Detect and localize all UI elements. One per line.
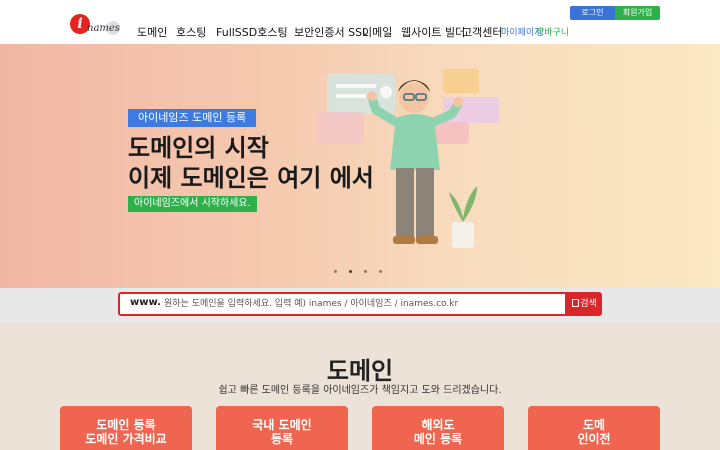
card-domain-transfer[interactable]: 도메 인이전 xyxy=(528,406,660,450)
www-prefix: www. xyxy=(130,297,161,308)
domain-search-input[interactable] xyxy=(164,296,560,312)
hero-badge-bottom: 아이네임즈에서 시작하세요. xyxy=(128,196,257,212)
card-line1: 도메 xyxy=(582,418,606,432)
nav-ssl[interactable]: 보안인증서 SSL xyxy=(294,24,368,40)
card-line2: 도메인 가격비교 xyxy=(85,432,167,446)
site-header: i names 로그인 회원가입 마이페이지 장바구니 도메인 호스팅 Full… xyxy=(0,0,720,44)
logo-word: names xyxy=(87,23,120,34)
nav-domain[interactable]: 도메인 xyxy=(137,24,167,40)
card-line2: 메인 등록 xyxy=(413,432,463,446)
join-button[interactable]: 회원가입 xyxy=(615,6,660,20)
inames-logo[interactable]: i names xyxy=(70,14,122,40)
domain-search-band: www. 검색 xyxy=(0,288,720,321)
hero-badge-top: 아이네임즈 도메인 등록 xyxy=(128,109,257,127)
card-global-domain[interactable]: 해외도 메인 등록 xyxy=(372,406,504,450)
slider-dot[interactable] xyxy=(364,270,367,273)
slider-dot-active[interactable] xyxy=(349,270,352,273)
nav-customer-center[interactable]: 고객센터 xyxy=(462,24,502,40)
card-kr-domain[interactable]: 국내 도메인 등록 xyxy=(216,406,348,450)
nav-fullssd-hosting[interactable]: FullSSD호스팅 xyxy=(216,24,288,40)
card-domain-register[interactable]: 도메인 등록 도메인 가격비교 xyxy=(60,406,192,450)
nav-email[interactable]: 이메일 xyxy=(362,24,392,40)
card-line1: 도메인 등록 xyxy=(96,418,156,432)
card-line1: 국내 도메인 xyxy=(252,418,312,432)
card-line2: 등록 xyxy=(270,432,294,446)
slider-dot[interactable] xyxy=(334,270,337,273)
search-icon xyxy=(572,299,580,307)
card-line1: 해외도 xyxy=(421,418,455,432)
domain-section: 도메인 쉽고 빠른 도메인 등록을 아이네임즈가 책임지고 도와 드리겠습니다.… xyxy=(0,321,720,450)
cart-link[interactable]: 장바구니 xyxy=(536,25,569,38)
login-button[interactable]: 로그인 xyxy=(570,6,615,20)
slider-dot[interactable] xyxy=(379,270,382,273)
nav-website-builder[interactable]: 웹사이트 빌더 xyxy=(401,24,465,40)
search-button-label: 검색 xyxy=(580,299,597,309)
section-subtitle: 쉽고 빠른 도메인 등록을 아이네임즈가 책임지고 도와 드리겠습니다. xyxy=(218,385,502,396)
card-line2: 인이전 xyxy=(577,432,611,446)
search-button[interactable]: 검색 xyxy=(567,292,602,316)
hero-illustration xyxy=(316,69,499,248)
domain-search-box: www. xyxy=(118,292,567,316)
nav-hosting[interactable]: 호스팅 xyxy=(176,24,206,40)
hero-banner[interactable]: 아이네임즈 도메인 등록 도메인의 시작 이제 도메인은 여기 에서 아이네임즈… xyxy=(0,44,720,288)
